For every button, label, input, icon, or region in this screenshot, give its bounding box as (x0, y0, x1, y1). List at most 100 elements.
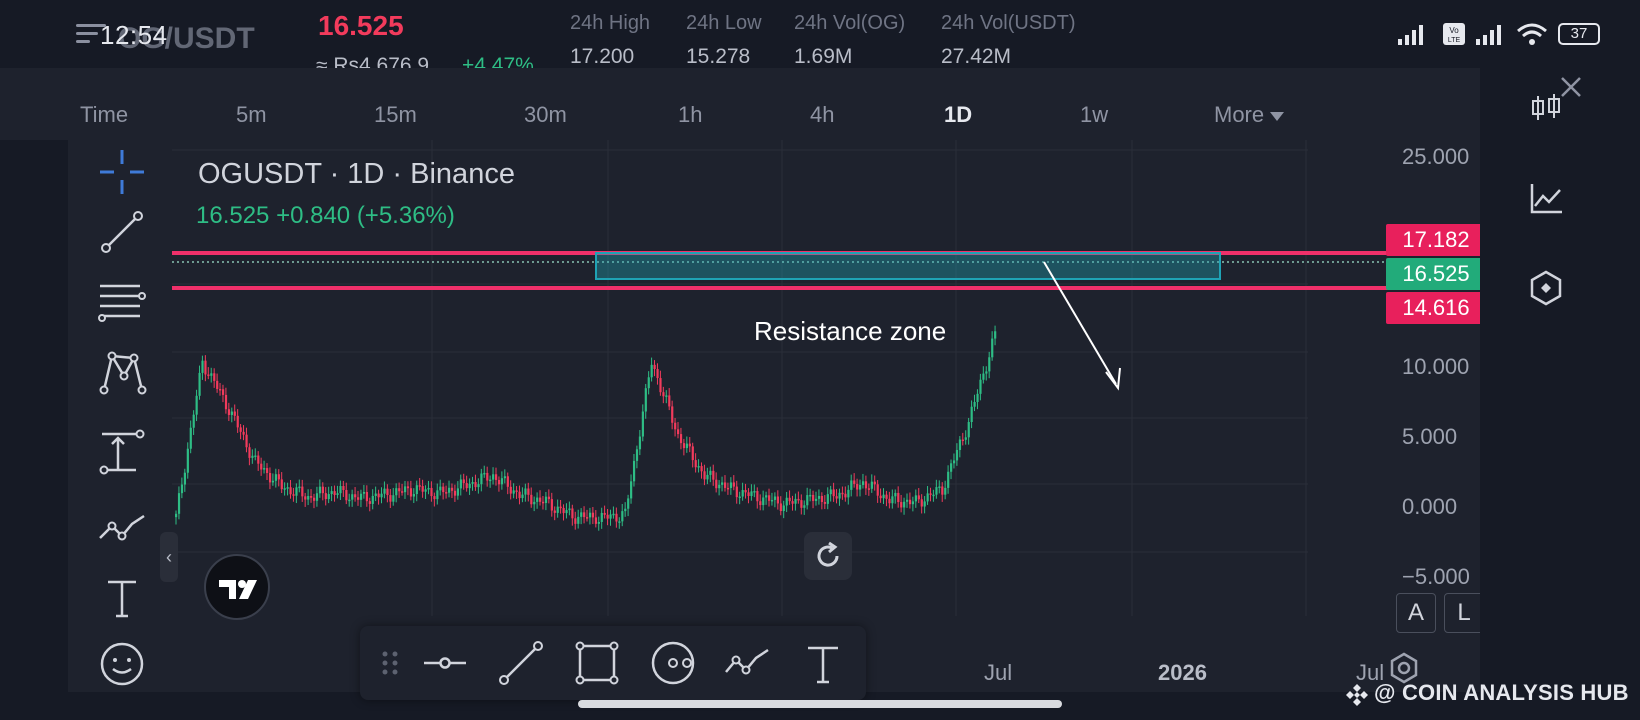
timeframe-more[interactable]: More (1214, 102, 1285, 128)
candle-body (897, 492, 900, 503)
timeframe-4h[interactable]: 4h (810, 102, 834, 128)
indicators-icon[interactable] (1526, 178, 1566, 218)
horizontal-line-icon[interactable] (422, 640, 468, 686)
reset-chart-button[interactable] (804, 532, 852, 580)
candle-body (389, 495, 392, 502)
measure-tool-icon[interactable] (96, 426, 148, 478)
candle-body (982, 373, 985, 380)
candle-body (600, 512, 603, 522)
candle-body (715, 479, 718, 489)
close-icon[interactable] (1558, 74, 1584, 100)
stat-24h-low: 24h Low 15.278 (686, 12, 762, 69)
y-axis-tick: 25.000 (1402, 144, 1470, 169)
svg-text:LTE: LTE (1448, 37, 1461, 44)
right-panel (1390, 68, 1640, 692)
candle-body (920, 499, 923, 507)
log-scale-button[interactable]: L (1444, 593, 1484, 633)
candle-body (254, 455, 257, 458)
path-tool-icon[interactable] (96, 502, 148, 554)
candle-body (345, 489, 348, 501)
path-icon[interactable] (724, 640, 770, 686)
candle-body (580, 512, 583, 517)
candle-body (888, 498, 891, 504)
candle-body (497, 479, 501, 485)
candle-body (383, 488, 386, 494)
pattern-tool-icon[interactable] (96, 348, 148, 400)
text-tool-icon[interactable] (96, 572, 148, 624)
candle-body (233, 411, 236, 416)
candle-body (242, 431, 245, 435)
caret-down-icon (1270, 111, 1285, 121)
candle-body (436, 490, 439, 500)
candle-body (571, 508, 574, 519)
candle-body (453, 490, 457, 496)
timeframe-1h[interactable]: 1h (678, 102, 702, 128)
x-axis-tick: Jul (984, 660, 1013, 685)
candle-body (847, 489, 850, 498)
candle-body (744, 490, 747, 493)
home-indicator[interactable] (578, 700, 1062, 708)
candle-body (175, 513, 178, 518)
candle-body (900, 502, 903, 508)
quick-drawing-bar (360, 626, 866, 700)
price-tag-lower: 14.616 (1386, 292, 1486, 324)
candle-body (286, 487, 289, 489)
candle-body (914, 495, 917, 502)
timeframe-30m[interactable]: 30m (524, 102, 567, 128)
tradingview-logo[interactable] (204, 554, 270, 620)
resistance-zone-label[interactable]: Resistance zone (754, 316, 946, 347)
timeframe-time[interactable]: Time (80, 102, 128, 128)
candle-body (732, 482, 735, 487)
candle-body (870, 481, 873, 489)
candle-body (239, 427, 242, 432)
candle-body (536, 497, 539, 502)
candle-body (788, 497, 791, 502)
candle-body (433, 496, 436, 500)
candle-body (586, 517, 589, 519)
circle-icon[interactable] (650, 640, 696, 686)
candle-body (506, 476, 509, 487)
candle-body (301, 486, 304, 497)
trendline-icon[interactable] (498, 640, 544, 686)
candle-body (307, 496, 310, 500)
candle-body (809, 494, 812, 497)
candle-body (195, 395, 198, 415)
drag-handle-icon[interactable] (368, 640, 414, 686)
collapse-toolbar-button[interactable]: ‹ (160, 532, 178, 582)
settings-hex-icon[interactable] (1526, 268, 1566, 308)
timeframe-15m[interactable]: 15m (374, 102, 417, 128)
candle-body (850, 480, 853, 490)
x-axis-tick: 2026 (1158, 660, 1207, 685)
candle-body (630, 481, 633, 499)
candle-body (964, 437, 967, 440)
candle-body (450, 487, 454, 491)
candle-body (970, 406, 973, 423)
trendline-tool-icon[interactable] (96, 206, 148, 258)
timeframe-5m[interactable]: 5m (236, 102, 267, 128)
text-icon[interactable] (800, 640, 846, 686)
candle-body (219, 388, 222, 391)
candle-body (409, 488, 413, 497)
system-icons: Vo LTE 37 (1398, 22, 1600, 46)
candle-body (612, 513, 615, 516)
candle-body (392, 495, 395, 502)
rectangle-icon[interactable] (574, 640, 620, 686)
emoji-icon[interactable] (96, 638, 148, 690)
candle-body (747, 492, 750, 496)
candle-body (844, 493, 847, 498)
auto-scale-button[interactable]: A (1396, 593, 1436, 633)
last-price: 16.525 (318, 10, 404, 41)
candle-body (298, 486, 301, 489)
candle-body (236, 415, 239, 428)
candle-body (401, 491, 404, 493)
timeframe-1d[interactable]: 1D (944, 102, 972, 128)
ticker-header: OG/USDT 12:54 16.525 ≈ Rs4,676.9 +4.47% … (0, 0, 1640, 77)
timeframe-1w[interactable]: 1w (1080, 102, 1108, 128)
candle-body (213, 373, 216, 381)
candle-body (544, 496, 548, 503)
candle-body (486, 472, 489, 481)
y-axis-tick: 0.000 (1402, 494, 1458, 519)
crosshair-icon[interactable] (96, 146, 148, 198)
fib-retracement-icon[interactable] (96, 278, 148, 330)
candle-body (659, 378, 662, 393)
